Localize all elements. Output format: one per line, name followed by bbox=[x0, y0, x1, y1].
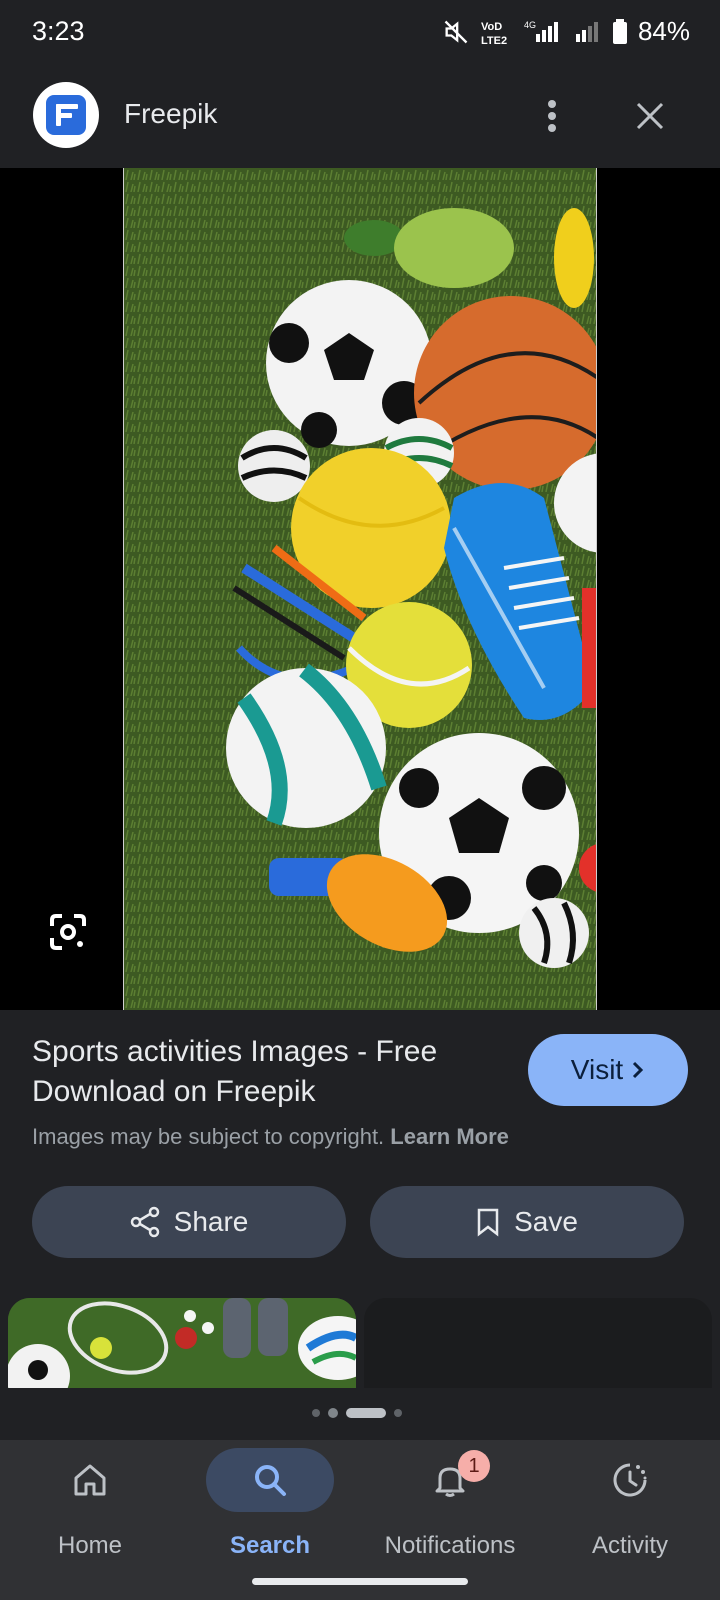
page-dot-active bbox=[346, 1408, 386, 1418]
share-icon bbox=[130, 1206, 159, 1238]
nav-activity[interactable]: Activity bbox=[540, 1440, 720, 1580]
share-button[interactable]: Share bbox=[32, 1186, 346, 1258]
bottom-navigation: Home Search 1 Notifications Activity bbox=[0, 1440, 720, 1600]
freepik-logo-icon bbox=[46, 95, 86, 135]
battery-level: 84% bbox=[637, 16, 690, 46]
history-icon bbox=[613, 1463, 647, 1497]
nav-notifications-label: Notifications bbox=[384, 1532, 516, 1559]
close-icon bbox=[636, 102, 664, 130]
save-button[interactable]: Save bbox=[370, 1186, 684, 1258]
image-viewer bbox=[0, 168, 720, 1010]
home-icon bbox=[74, 1464, 106, 1496]
close-button[interactable] bbox=[626, 92, 674, 140]
mute-icon bbox=[444, 20, 468, 43]
battery-icon bbox=[612, 18, 627, 44]
more-vert-icon bbox=[548, 100, 556, 132]
page-dot bbox=[394, 1409, 402, 1417]
result-title: Sports activities Images - Free Download… bbox=[32, 1035, 438, 1108]
nav-search-label: Search bbox=[229, 1532, 311, 1559]
learn-more-link[interactable]: Learn More bbox=[390, 1124, 509, 1149]
related-thumbnail[interactable] bbox=[8, 1298, 356, 1388]
sports-equipment-thumbnail bbox=[8, 1298, 356, 1388]
copyright-text: Images may be subject to copyright. bbox=[32, 1124, 385, 1149]
status-bar: 3:23 VoD LTE2 4G 84% bbox=[0, 0, 720, 66]
lens-icon bbox=[50, 914, 86, 950]
visit-label: Visit bbox=[570, 1054, 624, 1085]
nav-activity-label: Activity bbox=[591, 1532, 668, 1559]
search-icon bbox=[255, 1465, 286, 1496]
site-name: Freepik bbox=[124, 98, 218, 129]
save-label: Save bbox=[514, 1206, 578, 1237]
bookmark-icon bbox=[477, 1208, 499, 1237]
visit-button[interactable]: Visit bbox=[528, 1034, 688, 1106]
nav-home[interactable]: Home bbox=[0, 1440, 180, 1580]
signal-icon-2 bbox=[575, 21, 598, 42]
share-label: Share bbox=[173, 1206, 249, 1237]
related-thumbnail[interactable] bbox=[364, 1298, 712, 1388]
status-time: 3:23 bbox=[32, 16, 85, 46]
svg-text:VoD: VoD bbox=[481, 21, 502, 33]
nav-search[interactable]: Search bbox=[180, 1440, 360, 1580]
svg-text:4G: 4G bbox=[524, 20, 536, 30]
nav-notifications[interactable]: 1 Notifications bbox=[360, 1440, 540, 1580]
chevron-right-icon bbox=[633, 1061, 644, 1079]
related-images bbox=[8, 1298, 720, 1388]
signal-icon: 4G bbox=[524, 20, 558, 42]
sports-balls-image bbox=[124, 168, 596, 1010]
google-lens-button[interactable] bbox=[44, 908, 92, 956]
notification-badge: 1 bbox=[458, 1450, 490, 1482]
volte-icon: VoD LTE2 bbox=[481, 21, 507, 46]
nav-home-label: Home bbox=[57, 1532, 123, 1559]
main-image[interactable] bbox=[123, 168, 597, 1010]
pagination-dots bbox=[312, 1408, 402, 1418]
page-dot bbox=[312, 1409, 320, 1417]
viewer-header: Freepik bbox=[0, 66, 720, 168]
page-dot bbox=[328, 1408, 338, 1418]
gesture-home-bar[interactable] bbox=[252, 1578, 468, 1585]
status-icons: VoD LTE2 4G 84% bbox=[442, 16, 690, 47]
copyright-notice: Images may be subject to copyright. Lear… bbox=[32, 1124, 509, 1150]
more-options-button[interactable] bbox=[530, 92, 574, 140]
svg-text:LTE2: LTE2 bbox=[481, 35, 507, 46]
site-logo bbox=[33, 82, 99, 148]
